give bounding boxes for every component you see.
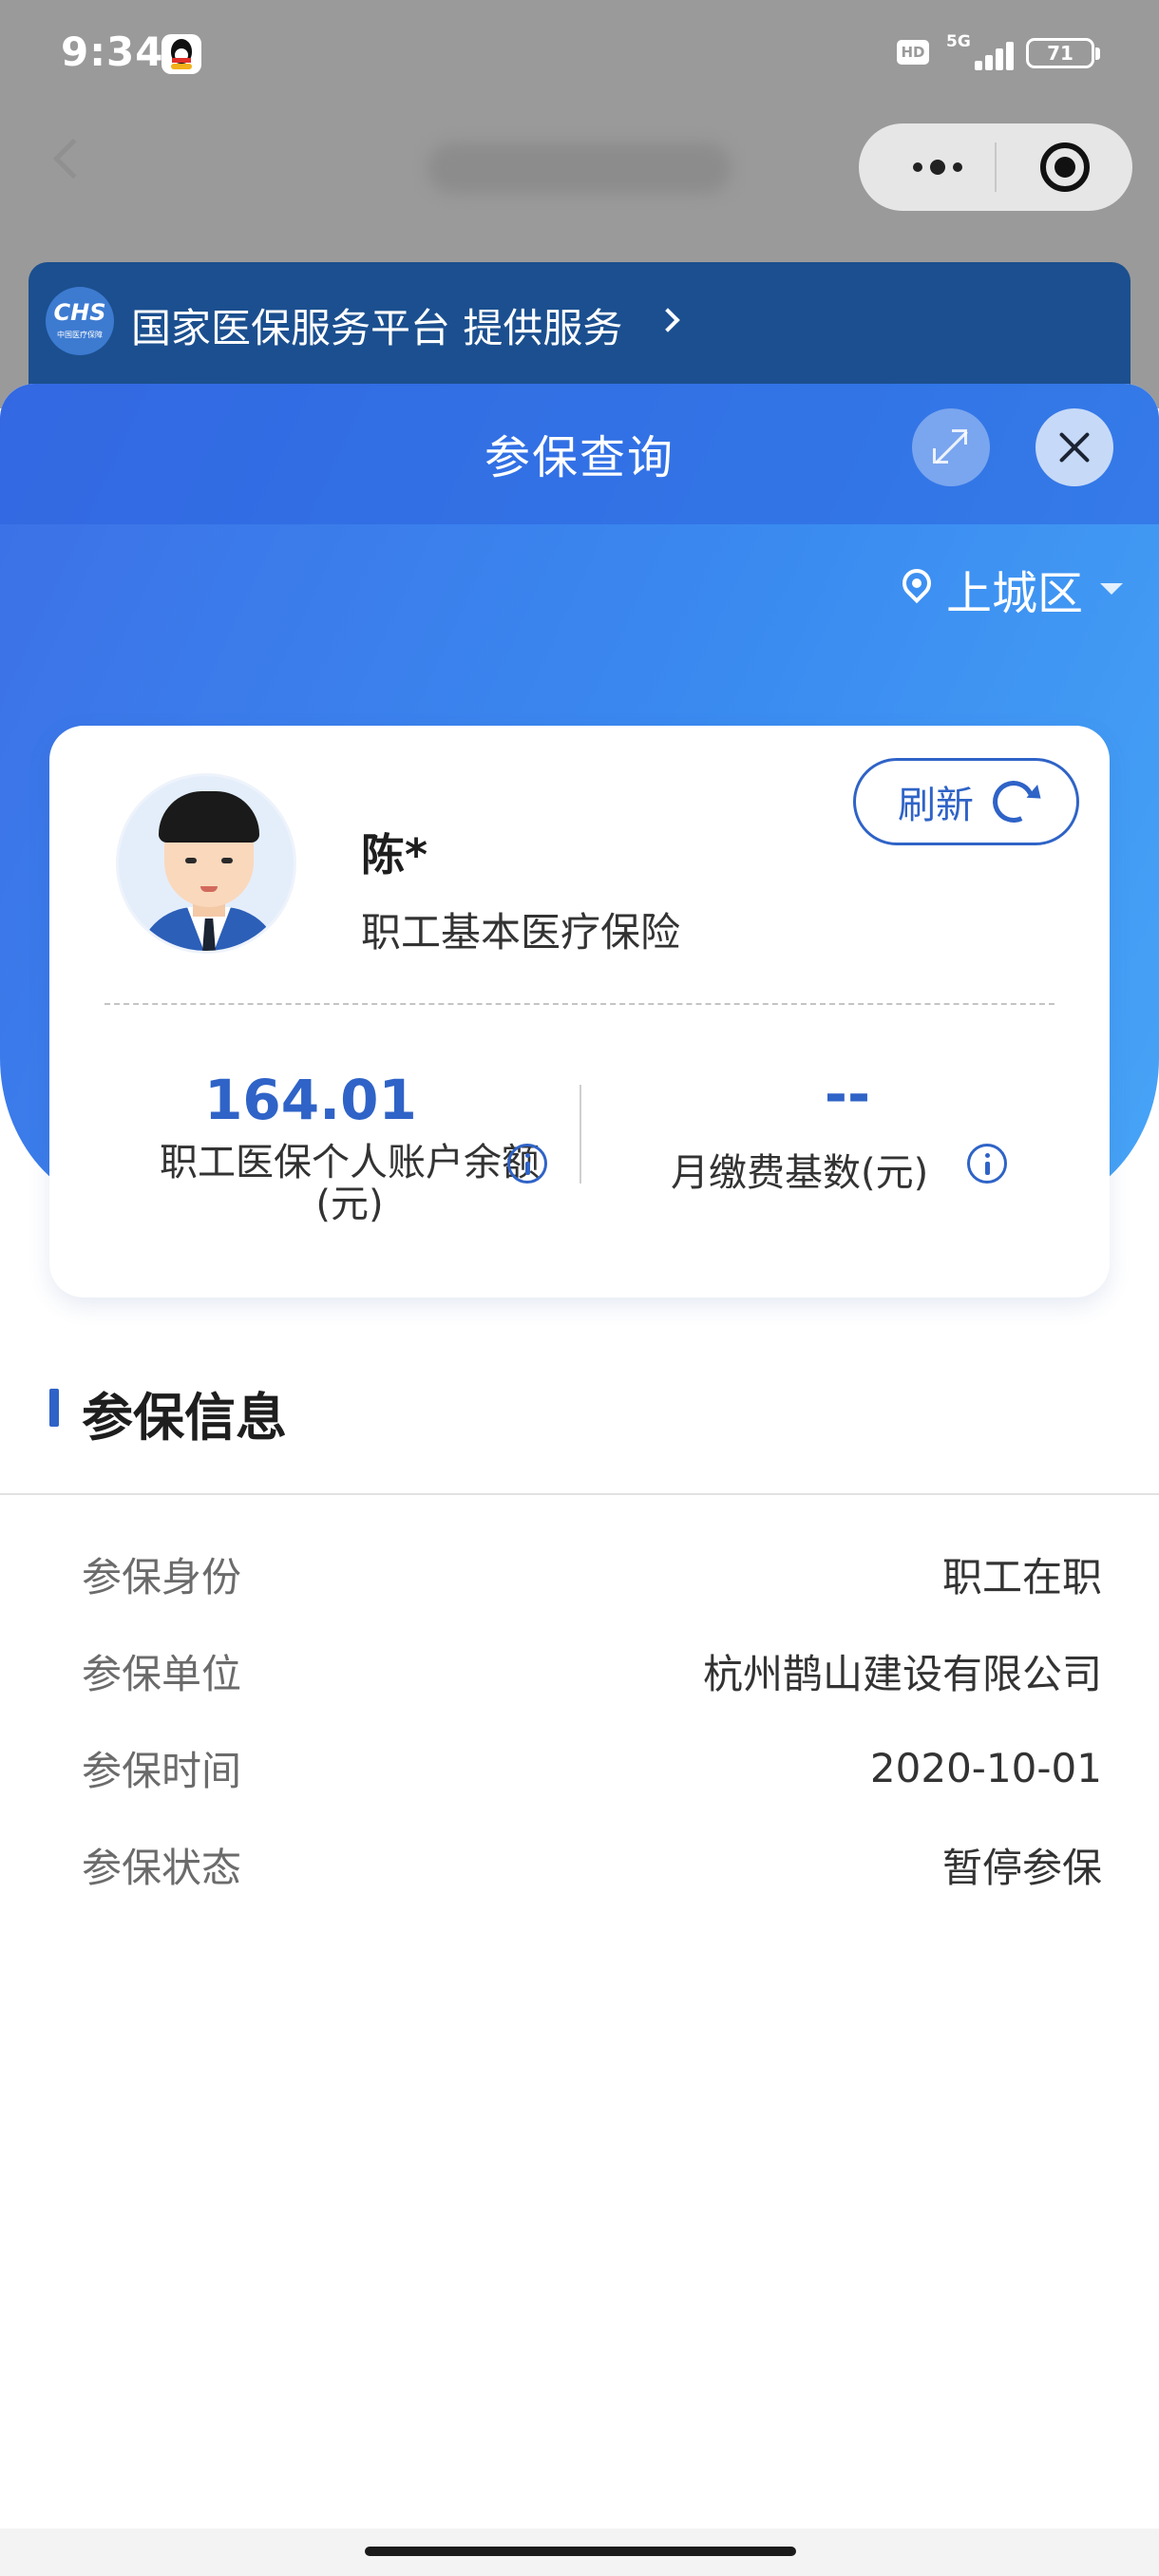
more-icon[interactable] — [895, 123, 980, 211]
dashed-divider — [104, 1003, 1054, 1005]
info-icon[interactable] — [967, 1144, 1007, 1184]
monthly-base-value: -- — [824, 1062, 871, 1127]
hd-icon: HD — [897, 40, 929, 65]
battery-icon: 71 — [1026, 38, 1094, 68]
status-time: 9:34 — [61, 28, 164, 75]
dropdown-caret-icon — [1100, 583, 1124, 595]
account-balance-label: 职工医保个人账户余额(元) — [160, 1141, 540, 1226]
insurance-type: 职工基本医疗保险 — [361, 909, 681, 956]
close-button[interactable] — [1036, 408, 1113, 486]
home-indicator[interactable] — [365, 2547, 796, 2556]
monthly-base-label: 月缴费基数(元) — [671, 1151, 929, 1195]
info-value: 暂停参保 — [941, 1844, 1102, 1891]
battery-level: 71 — [1047, 42, 1074, 65]
info-label: 参保时间 — [82, 1747, 242, 1794]
chevron-right-icon — [656, 308, 680, 332]
refresh-icon — [986, 774, 1041, 829]
refresh-button[interactable]: 刷新 — [853, 758, 1079, 845]
blurred-page-title — [428, 142, 732, 194]
screen: 9:34 HD 5G 71 CHS 中国医疗保障 国家医保服务平台 提供服务 参… — [0, 0, 1159, 2576]
insurance-query-modal: 参保查询 上城区 陈* 职工基本医疗保险 刷新 164.01 职工医保个人账户余… — [0, 384, 1159, 2576]
miniprogram-capsule — [859, 123, 1132, 211]
info-row-identity: 参保身份 职工在职 — [82, 1541, 1102, 1607]
chs-logo: CHS 中国医疗保障 — [46, 287, 114, 355]
info-value: 杭州鹊山建设有限公司 — [702, 1650, 1102, 1697]
location-pin-icon — [896, 562, 938, 609]
info-row-start-date: 参保时间 2020-10-01 — [82, 1734, 1102, 1801]
qq-notification-icon — [162, 34, 201, 74]
profile-card: 陈* 职工基本医疗保险 刷新 164.01 职工医保个人账户余额(元) -- 月… — [49, 726, 1110, 1297]
info-row-status: 参保状态 暂停参保 — [82, 1831, 1102, 1898]
battery-cap — [1095, 47, 1100, 60]
stat-divider — [580, 1085, 581, 1184]
signal-icon — [961, 38, 1015, 70]
info-value: 职工在职 — [941, 1553, 1102, 1601]
info-label: 参保单位 — [82, 1650, 242, 1697]
capsule-divider — [995, 142, 997, 192]
exit-miniprogram-icon[interactable] — [1040, 142, 1090, 192]
location-selector[interactable]: 上城区 — [896, 560, 1124, 620]
account-balance-value: 164.01 — [204, 1068, 417, 1132]
user-name: 陈* — [361, 829, 428, 881]
info-value: 2020-10-01 — [869, 1744, 1102, 1791]
info-label: 参保状态 — [82, 1844, 242, 1891]
background-page: 9:34 HD 5G 71 CHS 中国医疗保障 国家医保服务平台 提供服务 — [0, 0, 1159, 408]
modal-header: 参保查询 — [0, 384, 1159, 524]
section-accent-bar — [49, 1389, 59, 1427]
info-label: 参保身份 — [82, 1553, 242, 1601]
refresh-label: 刷新 — [898, 784, 974, 827]
avatar — [116, 773, 296, 954]
location-label: 上城区 — [946, 567, 1084, 620]
expand-button[interactable] — [912, 408, 990, 486]
back-arrow-icon[interactable] — [52, 138, 94, 180]
section-divider — [0, 1493, 1159, 1495]
info-icon[interactable] — [507, 1144, 547, 1184]
status-bar: 9:34 HD 5G 71 — [0, 0, 1159, 109]
section-title: 参保信息 — [82, 1388, 287, 1448]
info-row-employer: 参保单位 杭州鹊山建设有限公司 — [82, 1638, 1102, 1704]
banner-text: 国家医保服务平台 提供服务 — [131, 305, 623, 351]
